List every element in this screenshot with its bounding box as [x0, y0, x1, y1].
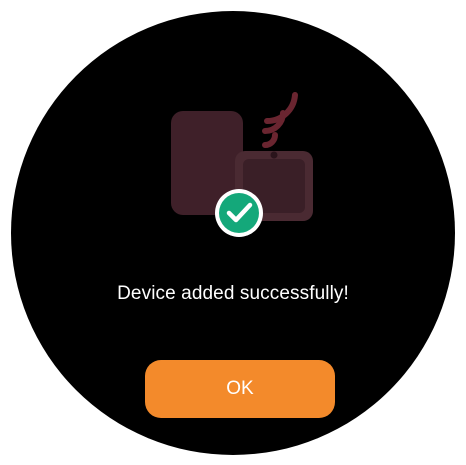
device-added-illustration: [161, 89, 321, 249]
wireless-signal-icon: [262, 92, 298, 148]
watch-screen: Device added successfully! OK: [11, 11, 455, 455]
success-message: Device added successfully!: [117, 283, 349, 304]
ok-button[interactable]: OK: [145, 360, 335, 418]
success-check-icon: [215, 189, 263, 237]
